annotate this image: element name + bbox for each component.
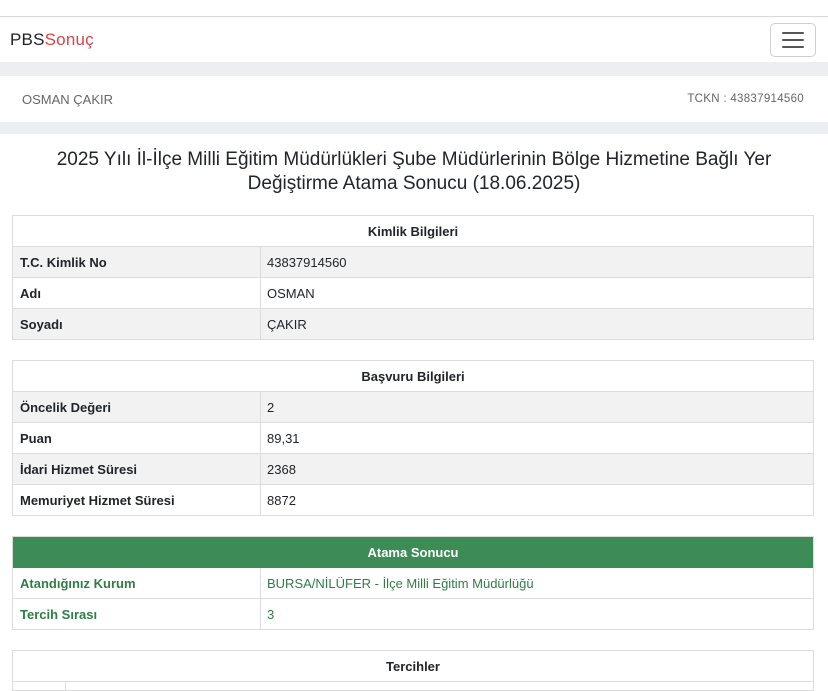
row-value: 8872 bbox=[267, 492, 296, 508]
page-title: 2025 Yılı İl-İlçe Milli Eğitim Müdürlükl… bbox=[56, 149, 772, 194]
tercihler-header: Tercihler bbox=[13, 651, 813, 682]
menu-toggle-button[interactable] bbox=[770, 22, 816, 57]
user-name: OSMAN ÇAKIR bbox=[22, 91, 114, 107]
hamburger-icon bbox=[782, 45, 804, 48]
row-label: Soyadı bbox=[13, 309, 261, 339]
tercihler-table bbox=[13, 682, 813, 690]
navbar: PBSSonuç bbox=[0, 16, 828, 62]
atama-card: Atama Sonucu Atandığınız Kurum BURSA/NİL… bbox=[12, 536, 814, 630]
brand-logo[interactable]: PBSSonuç bbox=[10, 30, 94, 50]
table-row: İdari Hizmet Süresi 2368 bbox=[13, 454, 813, 485]
table-row: Tercih Sırası 3 bbox=[13, 599, 813, 629]
hamburger-icon bbox=[782, 31, 804, 34]
row-value: 43837914560 bbox=[267, 254, 347, 270]
row-value: 2368 bbox=[267, 461, 296, 477]
user-tckn: TCKN : 43837914560 bbox=[687, 93, 804, 105]
tercihler-card: Tercihler bbox=[12, 650, 814, 691]
kimlik-header: Kimlik Bilgileri bbox=[13, 216, 813, 247]
row-label: Memuriyet Hizmet Süresi bbox=[13, 485, 261, 515]
row-label: Tercih Sırası bbox=[13, 599, 261, 629]
row-label: Adı bbox=[13, 278, 261, 308]
basvuru-header: Başvuru Bilgileri bbox=[13, 361, 813, 392]
row-value: 89,31 bbox=[267, 430, 300, 446]
hamburger-icon bbox=[782, 38, 804, 41]
row-value: 2 bbox=[267, 399, 275, 415]
brand-part2: Sonuç bbox=[44, 29, 94, 49]
top-strip bbox=[0, 0, 828, 16]
separator-band bbox=[0, 122, 828, 134]
row-value: OSMAN bbox=[267, 285, 315, 301]
brand-part1: PBS bbox=[10, 29, 45, 49]
row-label: İdari Hizmet Süresi bbox=[13, 454, 261, 484]
row-label: Atandığınız Kurum bbox=[13, 568, 261, 598]
user-bar: OSMAN ÇAKIR TCKN : 43837914560 bbox=[0, 76, 828, 122]
row-label: T.C. Kimlik No bbox=[13, 247, 261, 277]
table-row: T.C. Kimlik No 43837914560 bbox=[13, 247, 813, 278]
table-row: Soyadı ÇAKIR bbox=[13, 309, 813, 339]
basvuru-card: Başvuru Bilgileri Öncelik Değeri 2 Puan … bbox=[12, 360, 814, 516]
row-value: 3 bbox=[267, 606, 275, 622]
kimlik-card: Kimlik Bilgileri T.C. Kimlik No 43837914… bbox=[12, 215, 814, 340]
table-row: Memuriyet Hizmet Süresi 8872 bbox=[13, 485, 813, 515]
table-row: Atandığınız Kurum BURSA/NİLÜFER - İlçe M… bbox=[13, 568, 813, 599]
separator-band bbox=[0, 62, 828, 76]
row-value: BURSA/NİLÜFER - İlçe Milli Eğitim Müdürl… bbox=[267, 575, 534, 591]
row-value: ÇAKIR bbox=[267, 316, 307, 332]
row-label: Öncelik Değeri bbox=[13, 392, 261, 422]
table-cell bbox=[13, 682, 66, 690]
atama-header: Atama Sonucu bbox=[13, 537, 813, 568]
row-label: Puan bbox=[13, 423, 261, 453]
table-row: Puan 89,31 bbox=[13, 423, 813, 454]
table-row: Adı OSMAN bbox=[13, 278, 813, 309]
table-row: Öncelik Değeri 2 bbox=[13, 392, 813, 423]
